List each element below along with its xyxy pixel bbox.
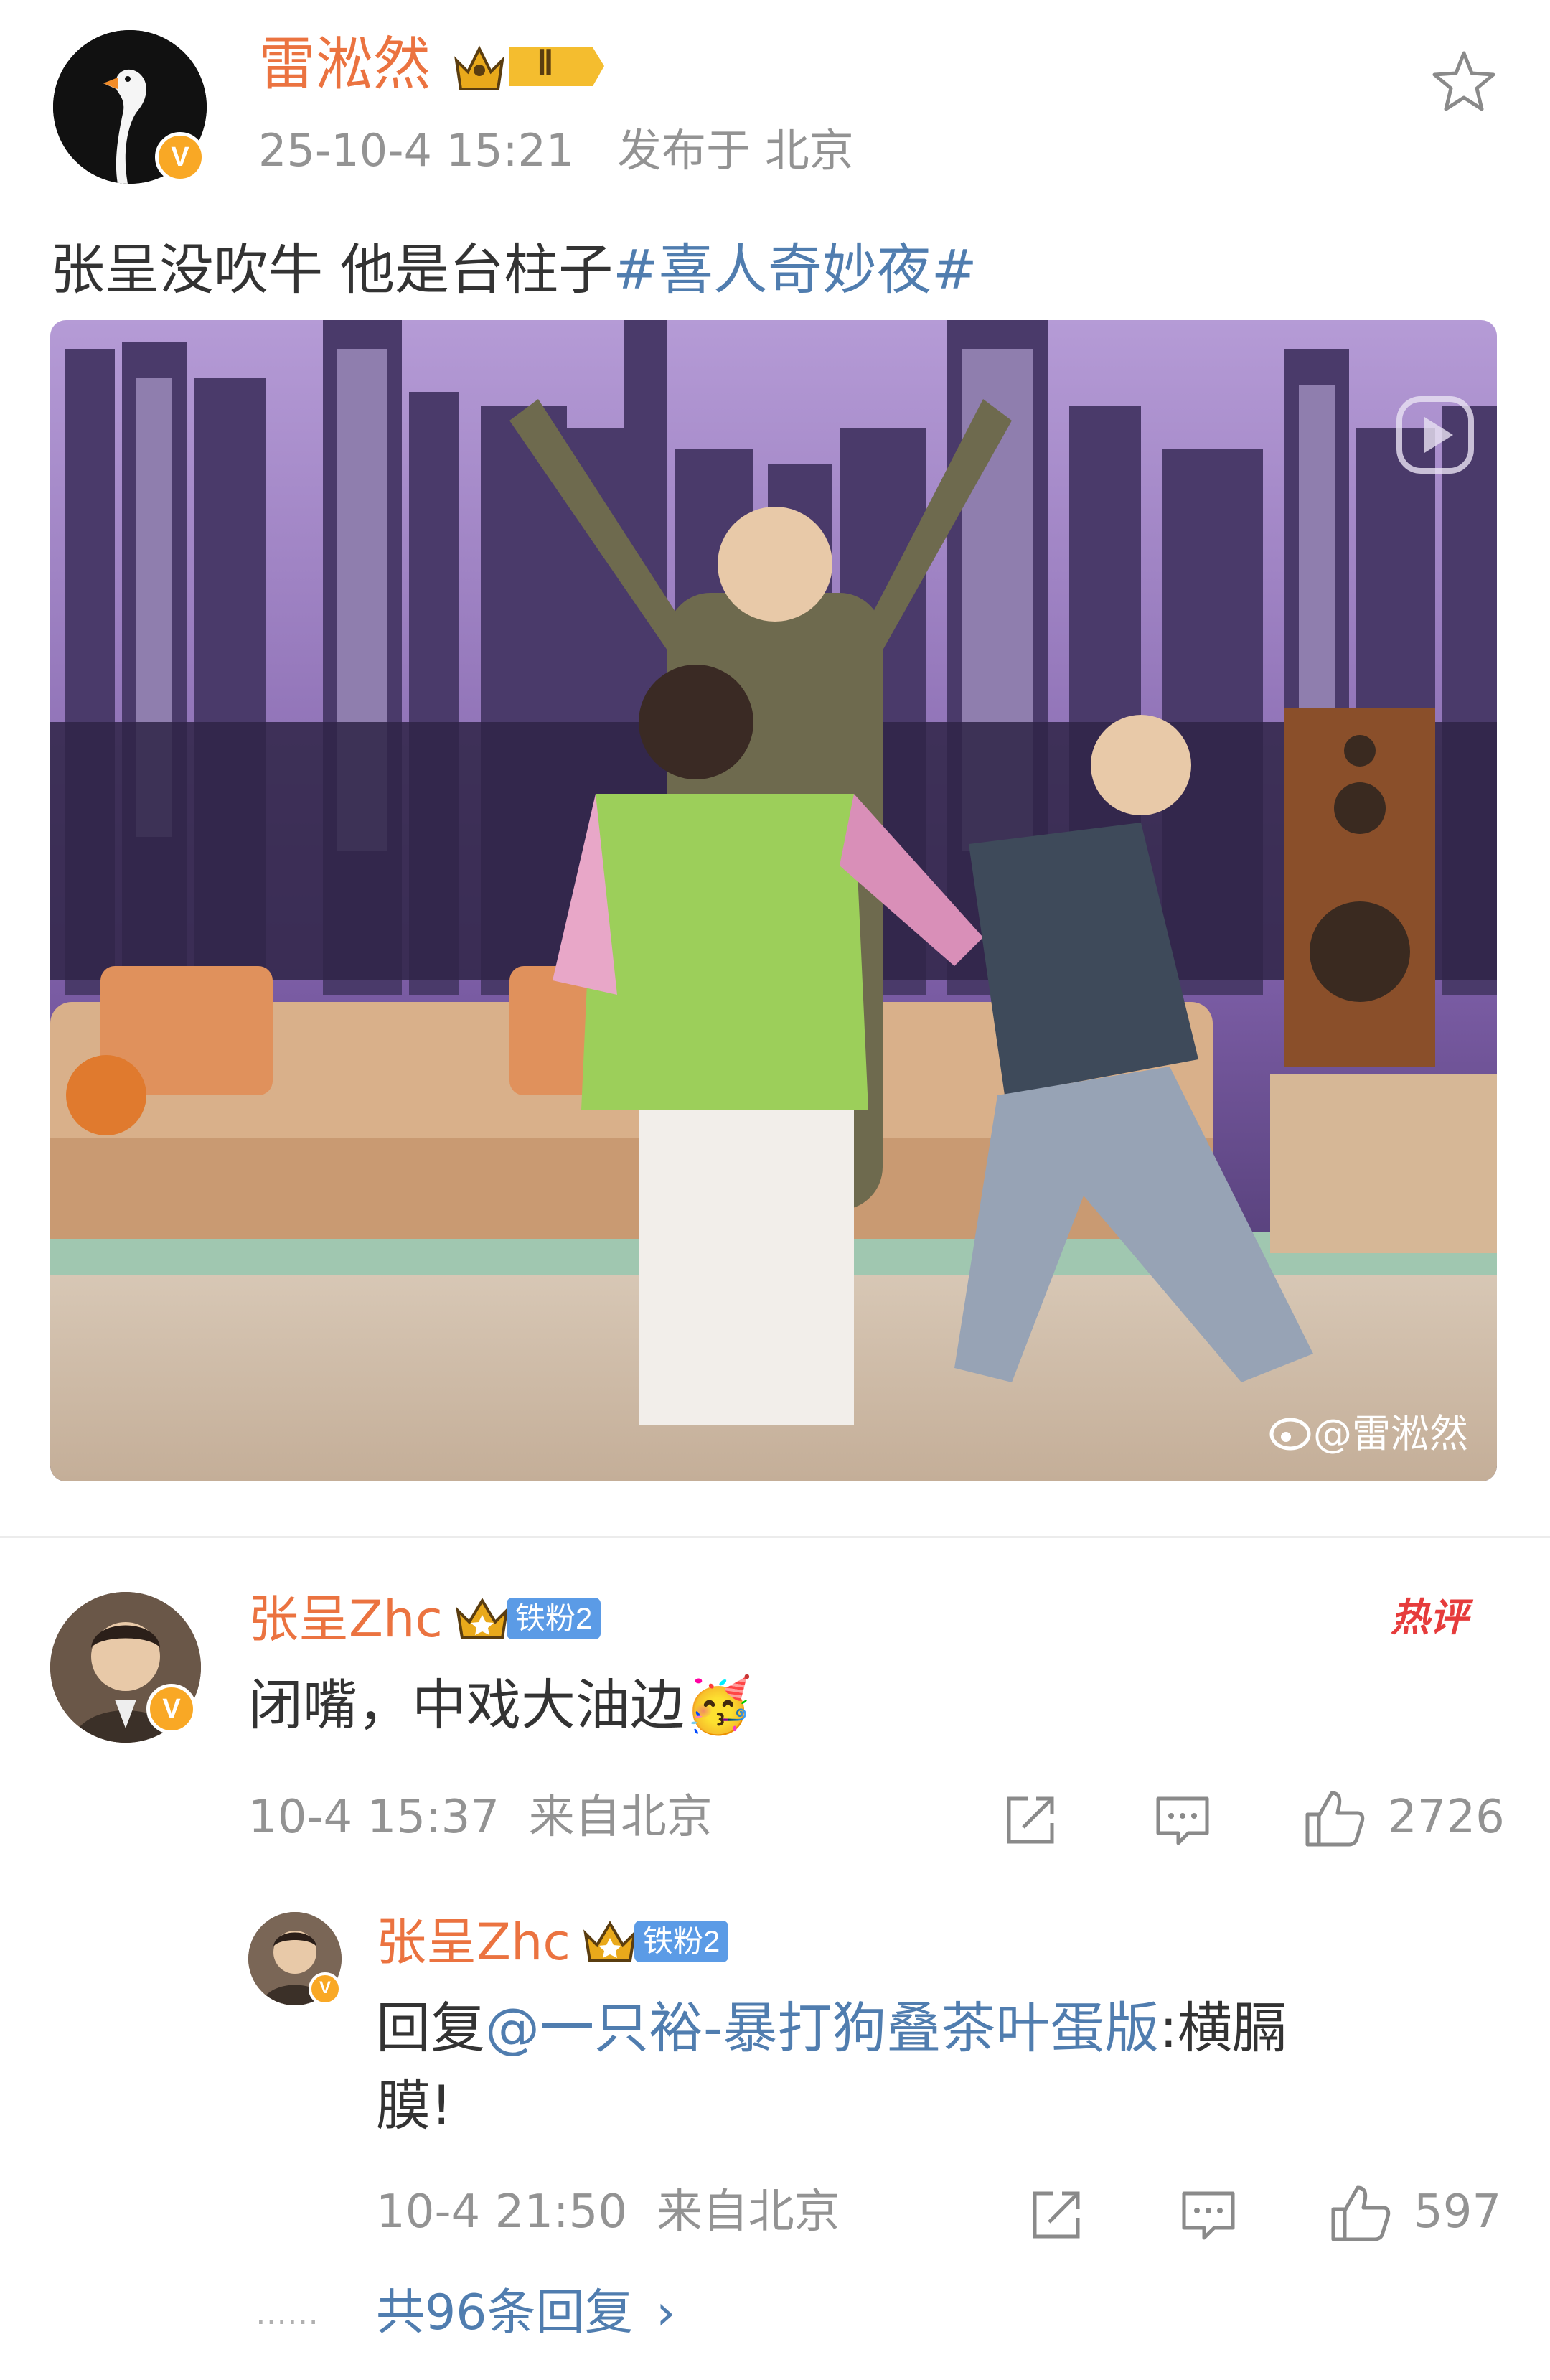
hashtag-link[interactable]: #喜人奇妙夜#: [613, 238, 977, 301]
party-face-icon: 🥳: [685, 1673, 753, 1737]
reply-time: 10-4 21:50: [376, 2185, 628, 2239]
crown-icon: [583, 1921, 637, 1962]
chevron-right-icon: ›: [656, 2285, 676, 2341]
hot-comment-tag: 热评: [1391, 1595, 1468, 1640]
reply-prefix: 回复: [376, 1996, 485, 2060]
verified-badge-icon: V: [309, 1972, 342, 2005]
comment-icon[interactable]: [1152, 1791, 1213, 1849]
post-author-name[interactable]: 雷淞然: [258, 29, 431, 100]
more-replies-link[interactable]: 共96条回复 ›: [376, 2281, 675, 2346]
share-icon[interactable]: [1002, 1791, 1059, 1849]
reply-text: 回复@一只裕-暴打狗叠茶叶蛋版:横膈: [376, 1992, 1287, 2064]
reply-author-name[interactable]: 张呈Zhc: [376, 1909, 570, 1975]
comment-like-count: 2726: [1388, 1791, 1505, 1844]
like-icon[interactable]: [1326, 2180, 1391, 2245]
post-image[interactable]: @雷淞然: [50, 320, 1497, 1481]
comment-text: 闭嘴，中戏大油边🥳: [248, 1669, 753, 1741]
post-text-body: 张呈没吹牛 他是台柱子: [50, 238, 614, 301]
verified-badge-icon: V: [155, 132, 205, 182]
reply-location: 来自北京: [656, 2185, 840, 2239]
crown-icon: [454, 45, 604, 90]
comment-location: 来自北京: [528, 1791, 713, 1844]
fan-badge-text: 铁粉2: [634, 1921, 729, 1962]
post-timestamp: 25-10-4 15:21: [258, 124, 575, 177]
reply-text-continued: 膜!: [376, 2074, 453, 2137]
star-icon[interactable]: [1429, 47, 1498, 116]
more-replies-dots: ……: [255, 2295, 319, 2332]
crown-icon: [456, 1598, 509, 1639]
fan-badge-text: 铁粉2: [507, 1598, 601, 1639]
like-icon[interactable]: [1300, 1786, 1365, 1850]
comment-icon[interactable]: [1178, 2186, 1239, 2244]
fan-badge[interactable]: 铁粉2: [581, 1918, 729, 1965]
stage-photo: @雷淞然: [50, 320, 1497, 1481]
vip-level-badge[interactable]: Ⅱ: [452, 39, 607, 93]
comment-author-name[interactable]: 张呈Zhc: [248, 1586, 443, 1652]
comment-text-body: 闭嘴，中戏大油边: [248, 1673, 685, 1737]
comment-time: 10-4 15:37: [248, 1791, 500, 1844]
fan-badge[interactable]: 铁粉2: [454, 1595, 601, 1642]
share-icon[interactable]: [1028, 2186, 1085, 2244]
more-replies-label[interactable]: 共96条回复: [376, 2285, 634, 2341]
vip-level-text: Ⅱ: [537, 44, 554, 83]
reply-like-count: 597: [1414, 2185, 1502, 2239]
reply-text-line1: :横膈: [1159, 1996, 1287, 2060]
divider: [0, 1536, 1550, 1538]
post-text: 张呈没吹牛 他是台柱子#喜人奇妙夜#: [50, 234, 977, 306]
verified-badge-icon: V: [146, 1684, 197, 1734]
image-watermark: @雷淞然: [1313, 1411, 1468, 1456]
reply-timestamp: 10-4 21:50 来自北京: [376, 2182, 840, 2242]
mention-link[interactable]: @一只裕-暴打狗叠茶叶蛋版: [485, 1996, 1159, 2060]
comment-timestamp: 10-4 15:37 来自北京: [248, 1787, 713, 1847]
post-location: 发布于 北京: [617, 124, 854, 177]
